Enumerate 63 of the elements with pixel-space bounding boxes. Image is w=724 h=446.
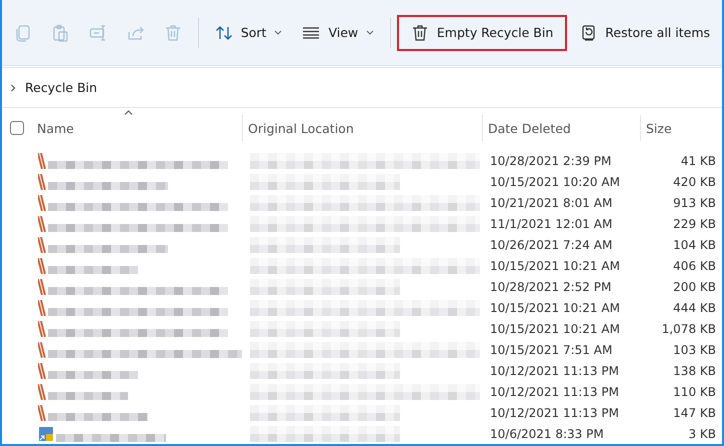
file-size: 406 KB (673, 258, 716, 272)
file-size: 200 KB (673, 280, 716, 294)
date-deleted: 10/12/2021 11:13 PM (490, 384, 619, 398)
file-icon (38, 258, 46, 274)
lines-icon (302, 26, 320, 38)
date-deleted: 10/21/2021 8:01 AM (490, 196, 612, 210)
file-size: 1,078 KB (662, 322, 716, 336)
file-icon (38, 384, 46, 400)
file-icon (38, 278, 46, 294)
date-deleted: 10/28/2021 2:52 PM (490, 280, 612, 294)
file-icon (38, 362, 46, 378)
file-icon (38, 342, 46, 358)
column-header[interactable]: Name (37, 120, 74, 136)
date-deleted: 10/15/2021 10:20 AM (490, 174, 620, 188)
shortcut-icon (38, 426, 54, 442)
paste-icon (51, 24, 70, 42)
trash-icon (164, 24, 182, 42)
file-icon (38, 404, 46, 420)
file-size: 420 KB (673, 174, 716, 188)
date-deleted: 10/6/2021 8:33 PM (490, 426, 604, 440)
file-size: 444 KB (673, 300, 716, 314)
copy-icon (14, 24, 32, 42)
file-size: 229 KB (673, 216, 716, 230)
date-deleted: 10/15/2021 7:51 AM (490, 342, 612, 356)
empty-recycle-bin-button[interactable]: Empty Recycle Bin (396, 14, 568, 50)
trash-icon (410, 24, 429, 42)
restore-all-button[interactable]: Restore all items (567, 14, 722, 50)
file-size: 138 KB (673, 364, 716, 378)
file-size: 41 KB (680, 154, 716, 168)
file-icon (38, 194, 46, 210)
date-deleted: 10/28/2021 2:39 PM (490, 154, 612, 168)
date-deleted: 10/12/2021 11:13 PM (490, 364, 619, 378)
column-header[interactable]: Date Deleted (488, 120, 571, 136)
caret-icon (366, 30, 374, 35)
sort-icon (214, 24, 233, 40)
file-size: 103 KB (673, 342, 716, 356)
breadcrumb-item[interactable]: Recycle Bin (25, 80, 98, 95)
date-deleted: 10/15/2021 10:21 AM (490, 300, 620, 314)
view-button[interactable]: View (292, 14, 384, 50)
file-icon (38, 300, 46, 316)
file-size: 104 KB (673, 238, 716, 252)
file-size: 110 KB (673, 384, 716, 398)
file-size: 3 KB (688, 426, 716, 440)
select-all-checkbox[interactable] (10, 121, 24, 135)
caret-icon (274, 30, 282, 35)
date-deleted: 10/15/2021 10:21 AM (490, 322, 620, 336)
column-header[interactable]: Original Location (248, 120, 354, 136)
file-icon (38, 320, 46, 336)
column-header[interactable]: Size (646, 120, 672, 136)
date-deleted: 10/26/2021 7:24 AM (490, 238, 612, 252)
file-icon (38, 152, 46, 168)
file-icon (38, 216, 46, 232)
date-deleted: 10/12/2021 11:13 PM (490, 406, 619, 420)
sort-button[interactable]: Sort (204, 14, 292, 50)
file-size: 913 KB (673, 196, 716, 210)
chevron-icon (10, 84, 16, 92)
file-icon (38, 174, 46, 190)
file-icon (38, 236, 46, 252)
date-deleted: 11/1/2021 12:01 AM (490, 216, 612, 230)
share-icon (126, 24, 145, 42)
rename-icon (89, 24, 108, 42)
file-size: 147 KB (673, 406, 716, 420)
date-deleted: 10/15/2021 10:21 AM (490, 258, 620, 272)
